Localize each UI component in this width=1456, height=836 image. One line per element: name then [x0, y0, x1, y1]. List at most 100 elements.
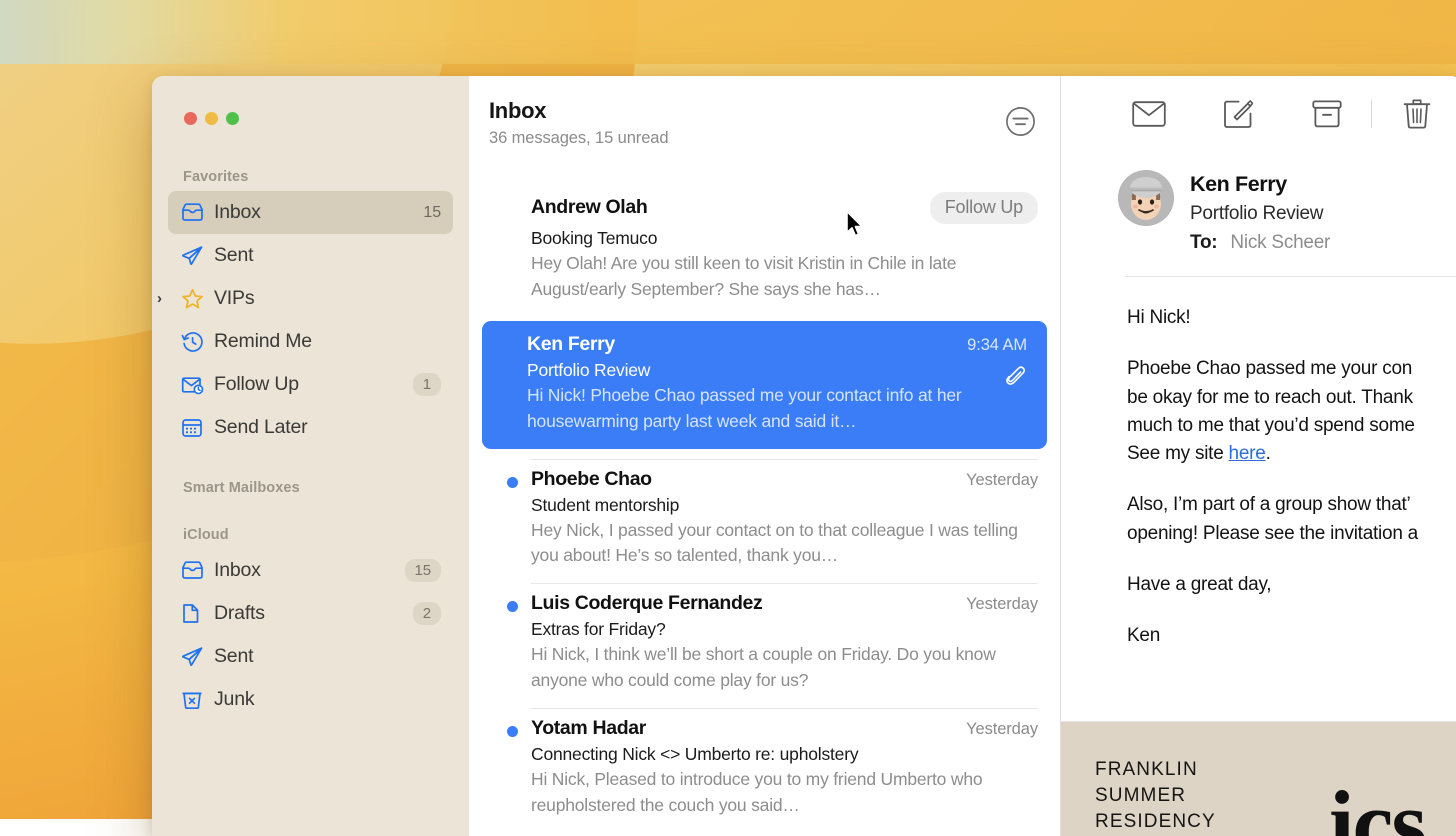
message-list-item-andrew-olah[interactable]: Andrew Olah Follow Up Booking Temuco Hey… — [469, 184, 1060, 317]
sidebar-item-label: Inbox — [214, 201, 423, 224]
sidebar-item-count: 1 — [413, 373, 441, 396]
message-list-pane: Inbox 36 messages, 15 unread Andrew Olah… — [469, 76, 1061, 836]
message-date: Yesterday — [966, 720, 1038, 739]
message-date: 9:34 AM — [967, 336, 1027, 355]
mark-unread-envelope-icon[interactable] — [1105, 101, 1194, 127]
star-icon — [181, 288, 208, 310]
mail-window: Favorites Inbox 15 Sent › — [152, 76, 1456, 836]
message-subject: Portfolio Review — [527, 360, 1027, 381]
message-list-item-yotam-hadar[interactable]: Yotam Hadar Yesterday Connecting Nick <>… — [469, 709, 1060, 833]
sidebar-item-count: 2 — [413, 602, 441, 625]
message-subject: Booking Temuco — [531, 228, 1038, 249]
attachment-title-line: RESIDENCY — [1095, 809, 1216, 835]
chevron-right-icon[interactable]: › — [157, 291, 162, 306]
sidebar-item-count: 15 — [423, 204, 441, 222]
message-subject: Student mentorship — [531, 495, 1038, 516]
body-line: opening! Please see the invitation a — [1127, 523, 1418, 544]
sidebar-item-follow-up[interactable]: Follow Up 1 — [168, 363, 453, 406]
close-button[interactable] — [184, 112, 197, 125]
window-controls — [152, 76, 469, 125]
body-paragraph-1: Phoebe Chao passed me your con be okay f… — [1127, 355, 1456, 468]
to-label: To: — [1190, 232, 1217, 253]
filter-icon[interactable] — [1005, 106, 1036, 142]
sidebar-item-junk[interactable]: Junk — [168, 678, 453, 721]
message-preview: Hey Nick, I passed your contact on to th… — [531, 518, 1038, 570]
sidebar-section-favorites: Favorites — [152, 169, 469, 185]
message-sender: Ken Ferry — [527, 333, 615, 356]
unread-indicator-dot — [507, 726, 518, 737]
message-sender-name: Ken Ferry — [1190, 172, 1330, 197]
attachment-paperclip-icon — [1006, 366, 1025, 393]
body-greeting: Hi Nick! — [1127, 304, 1456, 332]
body-line: See my site — [1127, 443, 1229, 464]
sidebar-item-send-later[interactable]: Send Later — [168, 406, 453, 449]
sidebar-item-sent[interactable]: Sent — [168, 234, 453, 277]
reading-pane: Ken Ferry Portfolio Review To: Nick Sche… — [1061, 76, 1456, 836]
message-date: Yesterday — [966, 595, 1038, 614]
message-subject: Extras for Friday? — [531, 619, 1038, 640]
body-line: be okay for me to reach out. Thank — [1127, 387, 1413, 408]
drafts-icon — [181, 603, 208, 624]
attachment-title-line: SUMMER — [1095, 783, 1216, 809]
archive-icon[interactable] — [1283, 100, 1372, 128]
sidebar-section-smart-mailboxes: Smart Mailboxes — [152, 480, 469, 496]
mouse-cursor — [845, 210, 865, 243]
body-signoff: Have a great day, — [1127, 571, 1456, 599]
sidebar-favorites-list: Inbox 15 Sent › VIPs — [152, 191, 469, 449]
sidebar-item-label: Sent — [214, 645, 441, 668]
zoom-button[interactable] — [226, 112, 239, 125]
sidebar-item-label: Drafts — [214, 602, 413, 625]
message-sender: Luis Coderque Fernandez — [531, 592, 762, 615]
unread-indicator-dot — [507, 477, 518, 488]
wallpaper-top-band — [0, 0, 1456, 64]
message-subject: Connecting Nick <> Umberto re: upholster… — [531, 744, 1038, 765]
unread-indicator-dot — [507, 601, 518, 612]
attachment-large-text: ics — [1329, 770, 1425, 836]
inbox-icon — [181, 561, 208, 580]
sidebar-item-icloud-inbox[interactable]: Inbox 15 — [168, 549, 453, 592]
minimize-button[interactable] — [205, 112, 218, 125]
sidebar-icloud-list: Inbox 15 Drafts 2 Sent — [152, 549, 469, 721]
site-link[interactable]: here — [1229, 443, 1266, 464]
sidebar-item-label: Junk — [214, 688, 441, 711]
message-list-item-ken-ferry[interactable]: Ken Ferry 9:34 AM Portfolio Review Hi Ni… — [482, 321, 1047, 449]
sidebar-item-label: Sent — [214, 244, 441, 267]
message-preview: Hi Nick, I think we’ll be short a couple… — [531, 642, 1038, 694]
junk-icon — [181, 689, 208, 710]
message-list-header: Inbox 36 messages, 15 unread — [469, 76, 1060, 148]
message-recipient-row: To: Nick Scheer — [1190, 232, 1330, 254]
sidebar-item-icloud-sent[interactable]: Sent — [168, 635, 453, 678]
avatar — [1118, 170, 1174, 226]
message-header: Ken Ferry Portfolio Review To: Nick Sche… — [1061, 152, 1456, 254]
message-preview: Hi Nick, Pleased to introduce you to my … — [531, 767, 1038, 819]
message-list-item-phoebe-chao[interactable]: Phoebe Chao Yesterday Student mentorship… — [469, 460, 1060, 584]
message-date: Yesterday — [966, 471, 1038, 490]
sidebar-item-inbox[interactable]: Inbox 15 — [168, 191, 453, 234]
status-badge[interactable]: Follow Up — [930, 192, 1038, 224]
sidebar-item-drafts[interactable]: Drafts 2 — [168, 592, 453, 635]
sidebar-item-vips[interactable]: › VIPs — [168, 277, 453, 320]
body-line: Phoebe Chao passed me your con — [1127, 358, 1412, 379]
sidebar-item-remind-me[interactable]: Remind Me — [168, 320, 453, 363]
page-title: Inbox — [489, 98, 668, 124]
body-signature-name: Ken — [1127, 622, 1456, 650]
trash-icon[interactable] — [1372, 99, 1456, 129]
to-value[interactable]: Nick Scheer — [1230, 232, 1330, 253]
remind-me-icon — [181, 331, 208, 353]
message-body: Hi Nick! Phoebe Chao passed me your con … — [1061, 277, 1456, 651]
message-sender: Andrew Olah — [531, 196, 647, 219]
sidebar-item-label: Remind Me — [214, 330, 441, 353]
message-header-text: Ken Ferry Portfolio Review To: Nick Sche… — [1190, 170, 1330, 254]
body-line: much to me that you’d spend some — [1127, 415, 1415, 436]
attachment-title: FRANKLIN SUMMER RESIDENCY — [1095, 757, 1216, 835]
sent-icon — [181, 245, 208, 266]
follow-up-icon — [181, 374, 208, 395]
message-list-item-luis-coderque-fernandez[interactable]: Luis Coderque Fernandez Yesterday Extras… — [469, 584, 1060, 708]
compose-icon[interactable] — [1194, 99, 1283, 129]
message-sender: Yotam Hadar — [531, 717, 646, 740]
message-sender: Phoebe Chao — [531, 468, 652, 491]
sidebar-section-icloud: iCloud — [152, 527, 469, 543]
sent-icon — [181, 646, 208, 667]
reader-toolbar — [1061, 76, 1456, 152]
sidebar-item-label: Follow Up — [214, 373, 413, 396]
